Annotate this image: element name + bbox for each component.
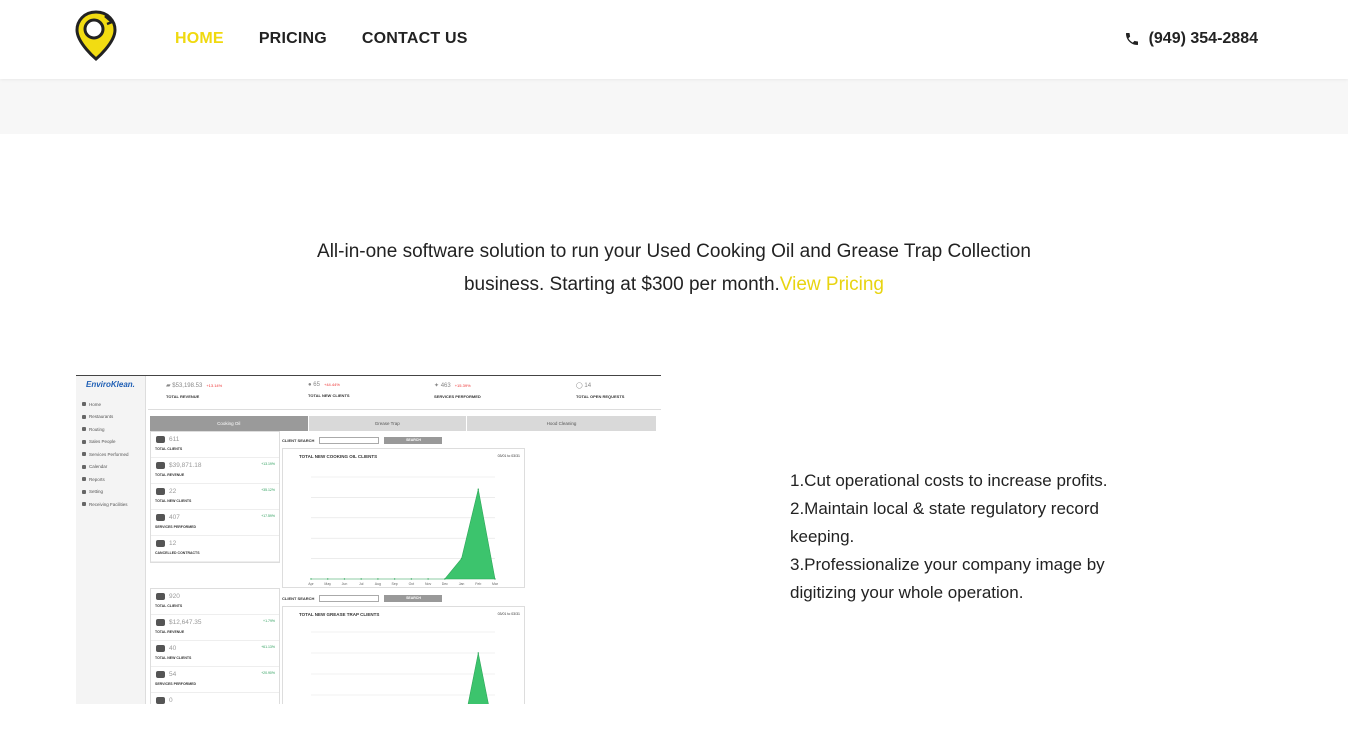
stat-row: 54 SERVICES PERFORMED +20.90% <box>151 667 279 693</box>
dashboard-sidebar: EnviroKlean. Home Restaurants Routing Sa… <box>76 376 146 704</box>
trap-search-button[interactable]: SEARCH <box>384 595 443 602</box>
oil-chart-panel: TOTAL NEW COOKING OIL CLIENTS 03/01 to 0… <box>282 448 525 588</box>
dashboard-tabs: Cooking Oil Grease Trap Hood Cleaning <box>150 416 657 431</box>
trap-search-input[interactable] <box>319 595 380 602</box>
data-point <box>393 578 396 580</box>
x-tick-label: Dec <box>442 582 448 586</box>
oil-search-button[interactable]: SEARCH <box>384 437 443 444</box>
dashboard-screenshot: EnviroKlean. Home Restaurants Routing Sa… <box>76 375 661 704</box>
oil-stats-panel: 611 TOTAL CLIENTS $39,871.18 TOTAL REVENUE… <box>150 431 280 563</box>
data-point <box>494 578 496 580</box>
data-point <box>360 578 362 580</box>
top-stat: ▰ $53,198.53 +13.14% TOTAL REVENUE <box>166 383 223 399</box>
x-tick-label: Aug <box>375 582 381 586</box>
top-stat: ◯ 14 TOTAL OPEN REQUESTS <box>576 383 625 399</box>
trap-chart-date: 03/01 to 03/31 <box>497 612 520 616</box>
dashboard-menu: Home Restaurants Routing Sales People Se… <box>82 398 129 511</box>
nav-pricing-link[interactable]: PRICING <box>259 30 327 48</box>
trap-chart-panel: TOTAL NEW GREASE TRAP CLIENTS 03/01 to 0… <box>282 606 525 704</box>
data-point <box>410 578 413 580</box>
stat-row: 407 SERVICES PERFORMED +17.59% <box>151 510 279 536</box>
data-point <box>377 578 379 580</box>
x-tick-label: Oct <box>409 582 414 586</box>
data-point <box>327 578 329 580</box>
main-nav: HOME PRICING CONTACT US <box>175 30 468 48</box>
menu-item: Receiving Facilities <box>82 498 129 511</box>
stat-row: $39,871.18 TOTAL REVENUE +13.19% <box>151 458 279 484</box>
top-stat: ● 65 +44.44% TOTAL NEW CLIENTS <box>308 382 350 398</box>
x-tick-label: May <box>324 582 331 586</box>
top-stat: ✦ 463 +15.39% SERVICES PERFORMED <box>434 383 481 399</box>
tab-grease-trap[interactable]: Grease Trap <box>308 416 467 431</box>
x-tick-label: Feb <box>475 582 481 586</box>
feature-item: 2.Maintain local & state regulatory reco… <box>790 499 1099 546</box>
menu-item: Setting <box>82 486 129 499</box>
dashboard-brand: EnviroKlean. <box>86 380 135 389</box>
series-area <box>311 489 496 580</box>
x-tick-label: Jun <box>342 582 348 586</box>
site-header: HOME PRICING CONTACT US (949) 354-2884 <box>0 0 1348 79</box>
data-point <box>460 557 463 560</box>
data-point <box>444 578 446 580</box>
x-tick-label: Sep <box>392 582 398 586</box>
menu-item: Calendar <box>82 461 129 474</box>
phone-icon <box>1125 33 1138 45</box>
stat-row: $12,647.35 TOTAL REVENUE +1.79% <box>151 615 279 641</box>
data-point <box>310 578 312 580</box>
menu-item: Restaurants <box>82 411 129 424</box>
stat-row: 22 TOTAL NEW CLIENTS +35.12% <box>151 484 279 510</box>
stat-row: 0 <box>151 693 279 704</box>
view-pricing-link[interactable]: View Pricing <box>780 274 884 295</box>
data-point <box>477 652 479 654</box>
menu-item: Sales People <box>82 436 129 449</box>
tagline-line-2-text: business. Starting at $300 per month. <box>463 274 780 295</box>
menu-item: Reports <box>82 473 129 486</box>
oil-chart-date: 03/01 to 03/31 <box>497 454 520 458</box>
x-tick-label: Mar <box>492 582 499 586</box>
map-pin-logo-icon[interactable] <box>74 10 118 62</box>
hero-tagline: All-in-one software solution to run your… <box>0 235 1348 301</box>
tagline-line-2: business. Starting at $300 per month.Vie… <box>0 268 1348 301</box>
trap-client-search: CLIENT SEARCH SEARCH <box>282 595 443 602</box>
menu-item: Home <box>82 398 129 411</box>
menu-item: Services Performed <box>82 448 129 461</box>
data-point <box>343 578 346 580</box>
x-tick-label: Jan <box>459 582 465 586</box>
x-tick-label: Jul <box>359 582 364 586</box>
tagline-line-1: All-in-one software solution to run your… <box>317 241 1031 262</box>
nav-contact-link[interactable]: CONTACT US <box>362 30 468 48</box>
trap-clients-chart <box>311 631 495 704</box>
menu-item: Routing <box>82 423 129 436</box>
stat-row: 920 TOTAL CLIENTS <box>151 589 279 615</box>
nav-home-link[interactable]: HOME <box>175 30 224 48</box>
phone-number: (949) 354-2884 <box>1148 30 1258 47</box>
feature-item: 1.Cut operational costs to increase prof… <box>790 471 1108 490</box>
tab-cooking-oil[interactable]: Cooking Oil <box>150 416 309 431</box>
data-point <box>477 488 479 490</box>
stat-row: 40 TOTAL NEW CLIENTS +61.13% <box>151 641 279 667</box>
stat-row: 12 CANCELLED CONTRACTS <box>151 536 279 562</box>
x-tick-label: Apr <box>308 582 314 586</box>
tab-hood-cleaning[interactable]: Hood Cleaning <box>467 416 657 431</box>
dashboard-top-stats: ▰ $53,198.53 +13.14% TOTAL REVENUE ● 65 +44… <box>148 376 661 410</box>
feature-item: 3.Professionalize your company image by … <box>790 555 1105 602</box>
oil-search-input[interactable] <box>319 437 380 444</box>
data-point <box>427 578 429 580</box>
feature-list: 1.Cut operational costs to increase prof… <box>790 467 1160 607</box>
stat-row: 611 TOTAL CLIENTS <box>151 432 279 458</box>
oil-client-search: CLIENT SEARCH SEARCH <box>282 437 443 444</box>
gray-band <box>0 79 1348 134</box>
x-tick-label: Nov <box>425 582 431 586</box>
trap-stats-panel: 920 TOTAL CLIENTS $12,647.35 TOTAL REVENUE… <box>150 588 280 704</box>
phone-link[interactable]: (949) 354-2884 <box>1124 30 1258 48</box>
series-area <box>467 652 489 704</box>
oil-clients-chart: Apr May Jun Jul Aug Sep Oct Nov Dec Jan Feb Mar <box>308 476 499 586</box>
